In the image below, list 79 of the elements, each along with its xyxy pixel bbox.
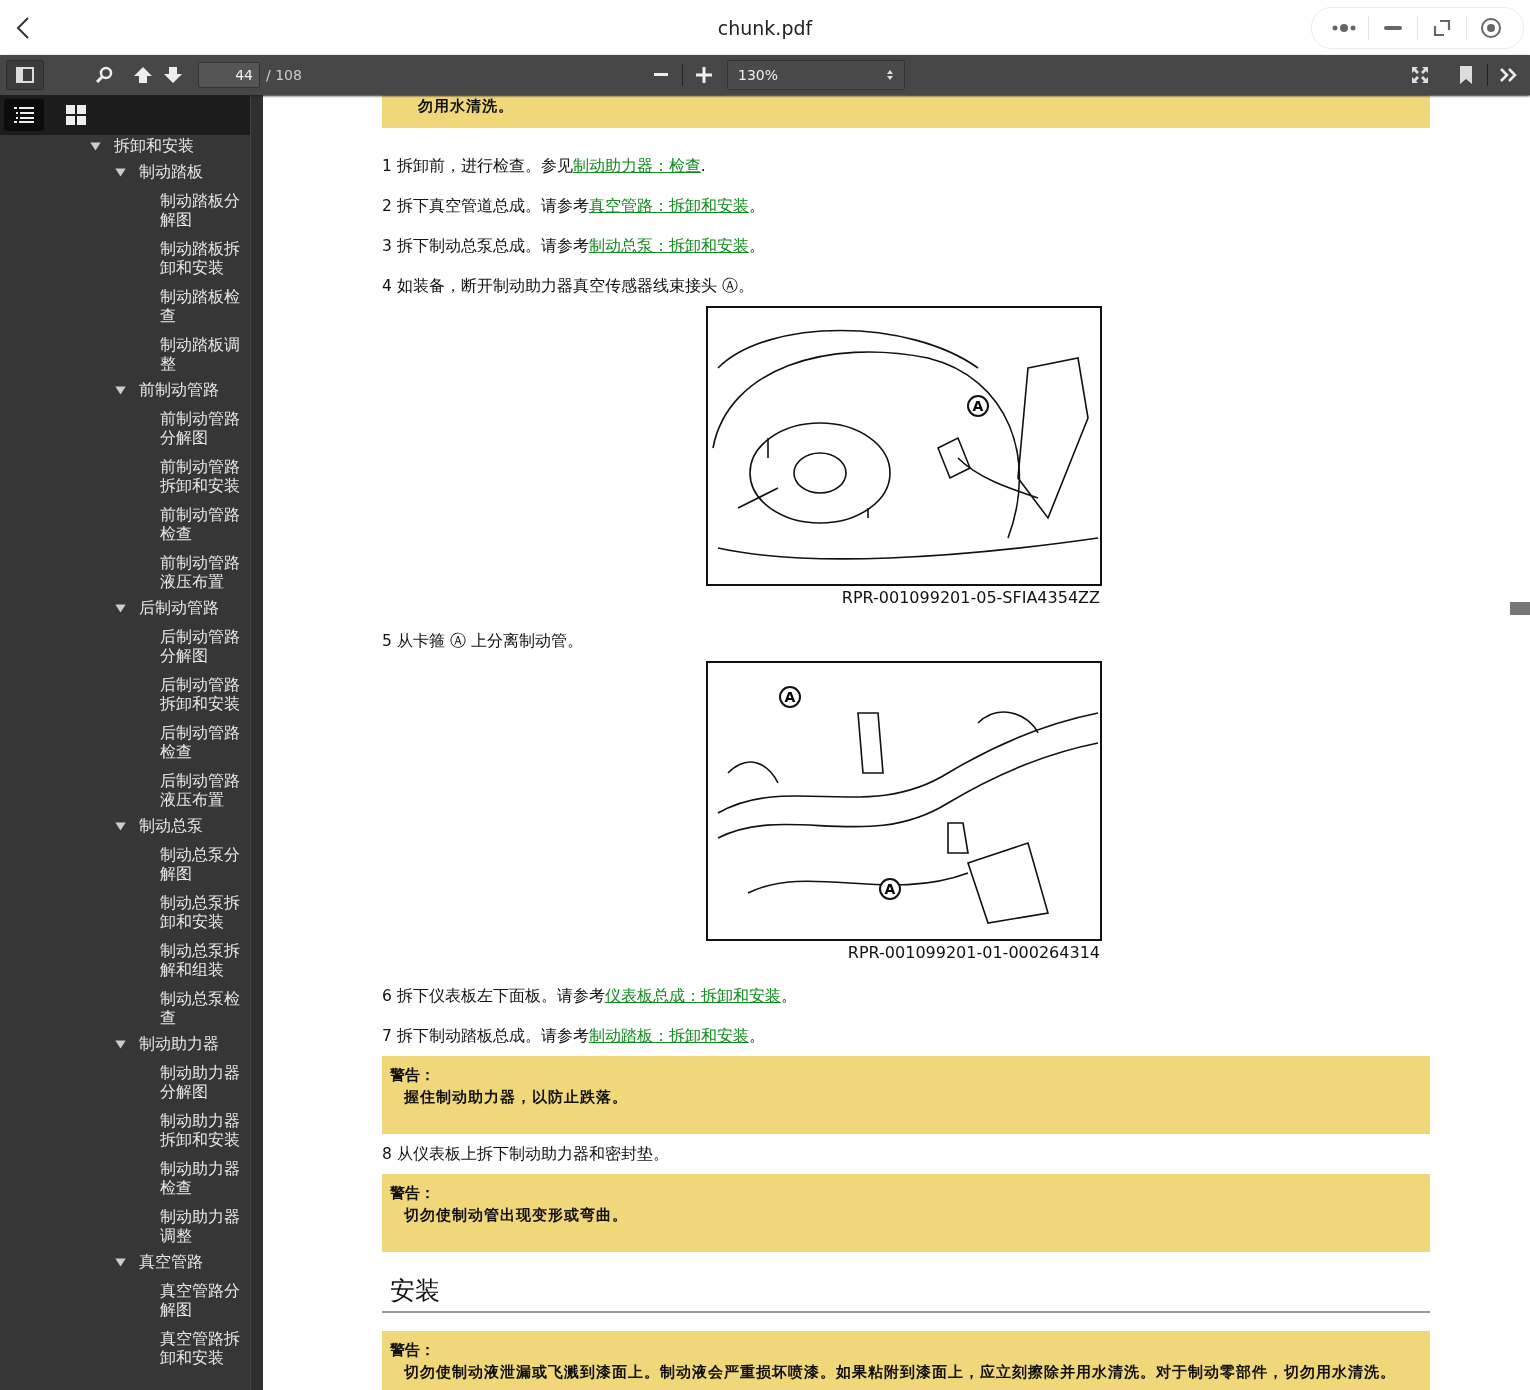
outline-item[interactable]: 制动总泵: [139, 817, 203, 836]
back-icon: [16, 15, 30, 40]
outline-item[interactable]: 后制动管路液压布置: [160, 772, 244, 810]
outline-item[interactable]: 制动总泵拆解和组装: [160, 942, 244, 980]
grid-icon: [66, 105, 86, 125]
step-text: 3 拆下制动总泵总成。请参考制动总泵：拆卸和安装。: [382, 236, 766, 257]
outline-item[interactable]: 制动踏板拆卸和安装: [160, 240, 244, 278]
zoom-select[interactable]: 130%: [727, 60, 905, 90]
reference-link[interactable]: 制动踏板：拆卸和安装: [588, 1027, 749, 1045]
step-text: 6 拆下仪表板左下面板。请参考仪表板总成：拆卸和安装。: [382, 986, 798, 1007]
outline-item[interactable]: 后制动管路: [139, 599, 219, 618]
outline-item[interactable]: 制动总泵拆卸和安装: [160, 894, 244, 932]
minimize-icon: [1383, 24, 1403, 31]
arrow-up-icon: [133, 65, 153, 85]
outline-item[interactable]: 前制动管路检查: [160, 506, 244, 544]
reference-link[interactable]: 仪表板总成：拆卸和安装: [604, 987, 781, 1005]
outline-item[interactable]: 制动踏板分解图: [160, 192, 244, 230]
outline-tab[interactable]: [4, 99, 44, 131]
bookmark-icon: [1459, 65, 1473, 85]
step-text: 4 如装备，断开制动助力器真空传感器线束接头 Ⓐ。: [382, 276, 755, 297]
warning-text: 勿用水清洗。: [417, 96, 515, 117]
outline-item[interactable]: 真空管路分解图: [160, 1282, 244, 1320]
reference-link[interactable]: 制动总泵：拆卸和安装: [588, 237, 749, 255]
fullscreen-icon: [1410, 65, 1430, 85]
reference-link[interactable]: 制动助力器：检查: [572, 157, 701, 175]
outline-item[interactable]: 后制动管路拆卸和安装: [160, 676, 244, 714]
dots-icon: [1331, 22, 1357, 33]
callout-label: A: [967, 395, 989, 417]
step-text: 1 拆卸前，进行检查。参见制动助力器：检查.: [382, 156, 707, 177]
outline-item[interactable]: 制动助力器检查: [160, 1160, 244, 1198]
sidebar-toggle-button[interactable]: [6, 60, 44, 90]
callout-label: A: [779, 686, 801, 708]
outline-item[interactable]: 制动踏板检查: [160, 288, 244, 326]
outline-item[interactable]: 制动踏板: [139, 163, 203, 182]
outline-item[interactable]: 制动助力器分解图: [160, 1064, 244, 1102]
warning-title: 警告：: [390, 1340, 436, 1361]
outline-item[interactable]: 前制动管路: [139, 381, 219, 400]
minus-icon: [654, 73, 668, 77]
step-text: 5 从卡箍 Ⓐ 上分离制动管。: [382, 631, 584, 652]
outline-item[interactable]: 制动总泵分解图: [160, 846, 244, 884]
updown-icon: [886, 69, 894, 81]
outline-item[interactable]: 后制动管路分解图: [160, 628, 244, 666]
warning-text: 切勿使制动液泄漏或飞溅到漆面上。制动液会严重损坏喷漆。如果粘附到漆面上，应立刻擦除并用水清洗。对于制动零部件，切勿用水清洗。: [403, 1362, 1397, 1383]
step-text: 2 拆下真空管道总成。请参考真空管路：拆卸和安装。: [382, 196, 766, 217]
outline-item[interactable]: 制动总泵检查: [160, 990, 244, 1028]
scroll-marker: [1510, 602, 1530, 615]
double-chevron-icon: [1499, 67, 1519, 83]
callout-label: A: [879, 878, 901, 900]
outline-item[interactable]: 前制动管路分解图: [160, 410, 244, 448]
outline-item[interactable]: 制动助力器调整: [160, 1208, 244, 1246]
list-icon: [14, 106, 34, 124]
figure-caption: RPR-001099201-05-SFIA4354ZZ: [841, 588, 1100, 607]
page-number-field[interactable]: 44: [198, 62, 260, 88]
outline-item[interactable]: 后制动管路检查: [160, 724, 244, 762]
plus-icon: [696, 67, 712, 83]
step-text: 8 从仪表板上拆下制动助力器和密封垫。: [382, 1144, 670, 1165]
document-title: chunk.pdf: [717, 16, 813, 39]
close-icon: [1480, 16, 1502, 39]
step-text: 7 拆下制动踏板总成。请参考制动踏板：拆卸和安装。: [382, 1026, 766, 1047]
warning-title: 警告：: [390, 1065, 436, 1086]
page-count: / 108: [266, 67, 302, 83]
outline-item[interactable]: 拆卸和安装: [114, 137, 194, 156]
outline-item[interactable]: 真空管路: [139, 1253, 203, 1272]
figure-caption: RPR-001099201-01-000264314: [847, 943, 1100, 962]
outline-item[interactable]: 制动助力器拆卸和安装: [160, 1112, 244, 1150]
reference-link[interactable]: 真空管路：拆卸和安装: [588, 197, 749, 215]
warning-title: 警告：: [390, 1183, 436, 1204]
restore-icon: [1432, 17, 1452, 38]
arrow-down-icon: [163, 65, 183, 85]
outline-item[interactable]: 前制动管路拆卸和安装: [160, 458, 244, 496]
warning-text: 切勿使制动管出现变形或弯曲。: [403, 1205, 629, 1226]
outline-item[interactable]: 前制动管路液压布置: [160, 554, 244, 592]
warning-text: 握住制动助力器，以防止跌落。: [403, 1087, 629, 1108]
outline-item[interactable]: 制动助力器: [139, 1035, 219, 1054]
sidebar-icon: [16, 67, 34, 83]
outline-item[interactable]: 制动踏板调整: [160, 336, 244, 374]
outline-item[interactable]: 真空管路拆卸和安装: [160, 1330, 244, 1368]
search-icon: [95, 65, 115, 85]
section-heading: 安装: [382, 1266, 1430, 1313]
